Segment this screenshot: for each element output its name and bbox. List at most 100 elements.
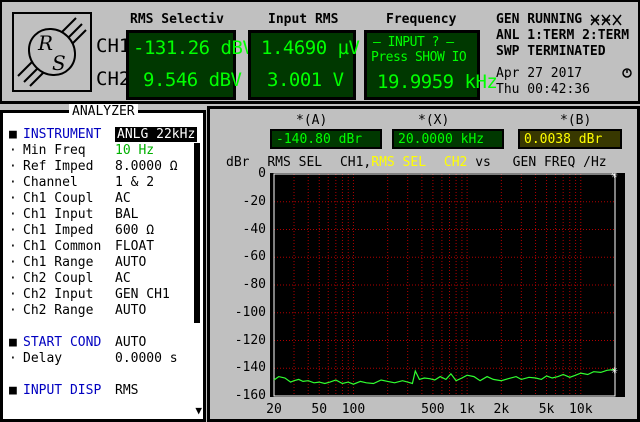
analyzer-row-value[interactable]: GEN CH1 bbox=[115, 287, 170, 302]
clock-icon bbox=[622, 68, 632, 78]
x-tick-label: 500 bbox=[421, 402, 445, 417]
analyzer-row[interactable]: · Ch1 Imped 600 Ω bbox=[9, 223, 154, 239]
svg-text:R: R bbox=[37, 31, 53, 55]
graph-legend: dBr RMS SEL CH1,RMS SEL CH2 vs GEN FREQ … bbox=[226, 155, 607, 170]
cursor-a-value[interactable]: -140.80 dBr bbox=[270, 129, 382, 149]
input-rms-display[interactable]: 1.4690 µV 3.001 V bbox=[248, 30, 360, 100]
analyzer-row[interactable]: · Ch2 Coupl AC bbox=[9, 271, 131, 287]
analyzer-row-value[interactable]: RMS bbox=[115, 383, 138, 398]
cursor-b-value[interactable]: 0.0038 dBr bbox=[518, 129, 622, 149]
analyzer-row[interactable]: · Ch1 Range AUTO bbox=[9, 255, 146, 271]
analyzer-row-value[interactable]: 0.0000 s bbox=[115, 351, 178, 366]
frequency-display[interactable]: – INPUT ? – Press SHOW IO 19.9959 kHz bbox=[364, 30, 498, 100]
y-tick-label: -140 bbox=[234, 360, 266, 376]
cursor-a-marker[interactable]: ✳ bbox=[611, 363, 618, 376]
generator-status: GEN RUNNING bbox=[496, 12, 624, 27]
x-tick-label: 1k bbox=[459, 402, 475, 417]
ch2-rms-selective-value: 9.546 dBV bbox=[143, 69, 242, 91]
analyzer-row[interactable]: ■ INSTRUMENT ANLG 22kHz bbox=[9, 127, 198, 143]
rs-logo-icon: R S bbox=[14, 14, 90, 90]
analyzer-row-label: Ref Imped bbox=[23, 159, 94, 174]
scrollbar[interactable] bbox=[194, 117, 200, 403]
analyzer-row-label: Ch1 Coupl bbox=[23, 191, 94, 206]
ch2-input-rms-value: 3.001 V bbox=[267, 69, 344, 91]
analyzer-row-label: Ch2 Coupl bbox=[23, 271, 94, 286]
frequency-value: 19.9959 kHz bbox=[377, 71, 498, 93]
ch1-trace bbox=[273, 368, 616, 385]
analyzer-row[interactable]: · Min Freq 10 Hz bbox=[9, 143, 154, 159]
y-tick-label: -100 bbox=[234, 304, 266, 320]
analyzer-row-value[interactable]: AUTO bbox=[115, 303, 146, 318]
rs-logo: R S bbox=[12, 12, 92, 92]
analyzer-row-value[interactable]: FLOAT bbox=[115, 239, 154, 254]
analyzer-row-label: START COND bbox=[23, 335, 102, 350]
spectrum-chart: ✳✳ bbox=[273, 168, 618, 397]
analyzer-row-value[interactable]: ANLG 22kHz bbox=[115, 127, 198, 142]
date: Apr 27 2017 bbox=[496, 66, 583, 81]
show-io-hint: Press SHOW IO bbox=[371, 50, 467, 65]
analyzer-row-label: Channel bbox=[23, 175, 78, 190]
y-tick-label: -20 bbox=[242, 193, 266, 209]
analyzer-row-label: INPUT DISP bbox=[23, 383, 102, 398]
analyzer-row[interactable]: ■ INPUT DISP RMS bbox=[9, 383, 138, 399]
analyzer-row-value[interactable]: 10 Hz bbox=[115, 143, 154, 158]
analyzer-row-value[interactable]: 1 & 2 bbox=[115, 175, 154, 190]
input-rms-header: Input RMS bbox=[268, 12, 339, 27]
x-tick-label: 5k bbox=[538, 402, 555, 417]
analyzer-row-value[interactable]: 8.0000 Ω bbox=[115, 159, 178, 174]
y-tick-label: -120 bbox=[234, 332, 266, 348]
input-warning: – INPUT ? – bbox=[373, 35, 454, 50]
analyzer-row[interactable]: · Ref Imped 8.0000 Ω bbox=[9, 159, 178, 175]
analyzer-row-value[interactable]: AC bbox=[115, 191, 131, 206]
analyzer-row-value[interactable]: BAL bbox=[115, 207, 138, 222]
analyzer-row[interactable]: · Ch1 Common FLOAT bbox=[9, 239, 154, 255]
analyzer-row[interactable]: · Delay 0.0000 s bbox=[9, 351, 178, 367]
x-tick-label: 50 bbox=[311, 402, 328, 417]
cursor-x-label: *(X) bbox=[418, 113, 450, 128]
analyzer-row-label: Ch1 Imped bbox=[23, 223, 94, 238]
analyzer-row-label: Ch2 Input bbox=[23, 287, 94, 302]
y-tick-label: -60 bbox=[242, 249, 266, 265]
x-tick-label: 100 bbox=[341, 402, 366, 417]
frequency-header: Frequency bbox=[386, 12, 457, 27]
x-tick-label: 2k bbox=[493, 402, 510, 417]
time: Thu 00:42:36 bbox=[496, 82, 590, 97]
analyzer-row-value[interactable]: AUTO bbox=[115, 335, 146, 350]
cursor-b-marker[interactable]: ✳ bbox=[611, 168, 618, 181]
cursor-b-label: *(B) bbox=[560, 113, 592, 128]
status-flags-icon bbox=[590, 14, 622, 25]
analyzer-row[interactable]: · Ch1 Coupl AC bbox=[9, 191, 131, 207]
analyzer-row-value[interactable]: AC bbox=[115, 271, 131, 286]
analyzer-row-label: Min Freq bbox=[23, 143, 86, 158]
analyzer-row[interactable]: · Channel 1 & 2 bbox=[9, 175, 154, 191]
ch1-rms-selective-value: -131.26 dBV bbox=[133, 37, 254, 59]
svg-text:S: S bbox=[52, 51, 66, 75]
analyzer-row-value[interactable]: 600 Ω bbox=[115, 223, 154, 238]
analyzer-row[interactable]: · Ch2 Range AUTO bbox=[9, 303, 146, 319]
scrollbar-thumb[interactable] bbox=[194, 143, 200, 323]
graph-panel: *(A) *(X) *(B) -140.80 dBr 20.0000 kHz 0… bbox=[207, 106, 640, 422]
plot-area[interactable]: ✳ ✳ bbox=[270, 168, 625, 397]
analyzer-row-label: Delay bbox=[23, 351, 63, 366]
analyzer-row[interactable]: · Ch1 Input BAL bbox=[9, 207, 138, 223]
analyzer-termination: ANL 1:TERM 2:TERM bbox=[496, 28, 630, 43]
analyzer-row[interactable]: ■ START COND AUTO bbox=[9, 335, 146, 351]
ch2-series-label: RMS SEL bbox=[371, 155, 427, 170]
analyzer-title: ANALYZER bbox=[69, 104, 138, 119]
y-tick-label: -160 bbox=[234, 388, 266, 403]
cursor-x-value[interactable]: 20.0000 kHz bbox=[392, 129, 504, 149]
rms-selective-header: RMS Selectiv bbox=[130, 12, 224, 27]
analyzer-row[interactable]: · Ch2 Input GEN CH1 bbox=[9, 287, 170, 303]
analyzer-row-value[interactable]: AUTO bbox=[115, 255, 146, 270]
x-tick-label: 10k bbox=[569, 402, 593, 417]
scroll-down-icon[interactable]: ▼ bbox=[195, 404, 202, 417]
analyzer-row-label: INSTRUMENT bbox=[23, 127, 102, 142]
analyzer-row-label: Ch1 Input bbox=[23, 207, 94, 222]
analyzer-row-label: Ch2 Range bbox=[23, 303, 94, 318]
analyzer-row-label: Ch1 Common bbox=[23, 239, 102, 254]
ch1-input-rms-value: 1.4690 µV bbox=[261, 37, 360, 59]
sweep-status: SWP TERMINATED bbox=[496, 44, 606, 59]
cursor-a-label: *(A) bbox=[296, 113, 328, 128]
rms-selective-display[interactable]: -131.26 dBV 9.546 dBV bbox=[126, 30, 254, 100]
status-bar: R S RMS Selectiv Input RMS Frequency CH1… bbox=[0, 0, 640, 104]
